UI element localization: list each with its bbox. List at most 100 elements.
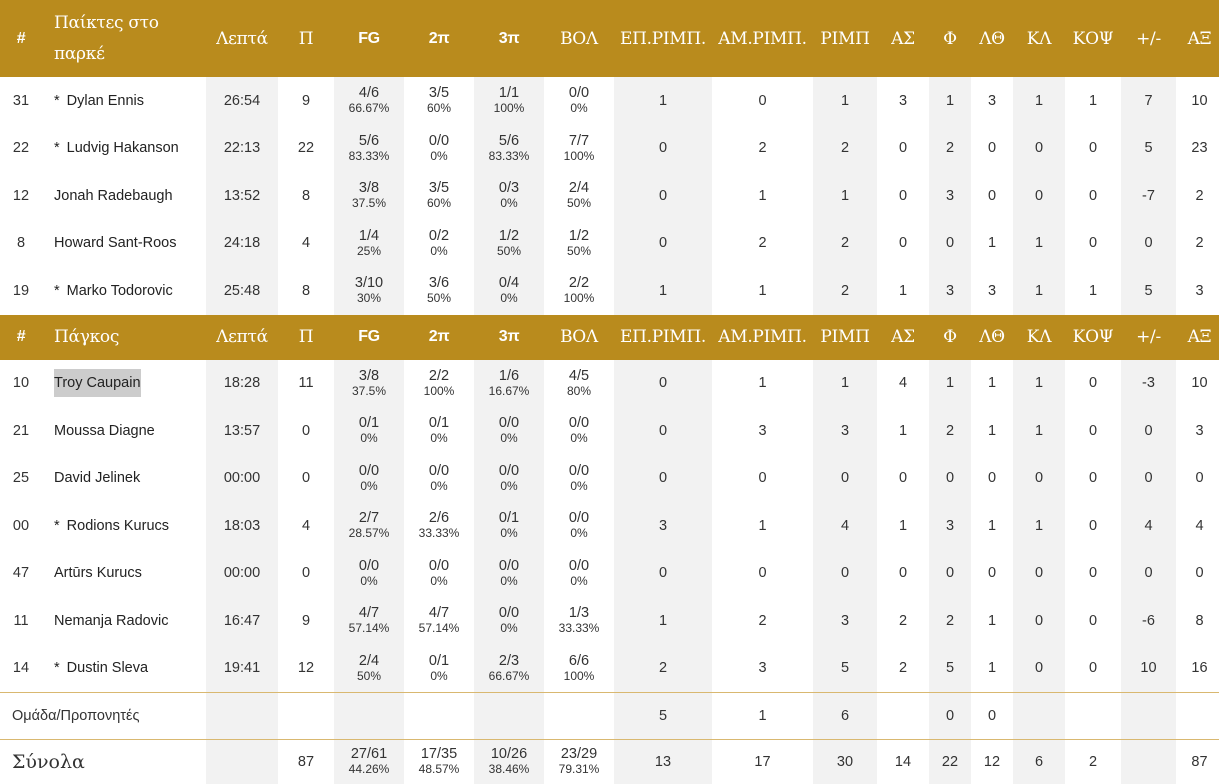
tr-cell: 3 xyxy=(813,597,877,645)
player-name-link[interactable]: Nemanja Radovic xyxy=(54,613,168,629)
pm-cell: 5 xyxy=(1121,124,1176,172)
column-header[interactable]: ΡΙΜΠ xyxy=(813,315,877,360)
column-header[interactable]: ΚΟΨ xyxy=(1065,0,1121,77)
column-header[interactable]: ΑΞ xyxy=(1176,315,1219,360)
dr-cell: 1 xyxy=(758,282,767,299)
player-row[interactable]: 00 * Rodions Kurucs 18:03 4 2/7 28.57% 2/6 33.33… xyxy=(0,502,1219,550)
player-name-link[interactable]: Jonah Radebaugh xyxy=(54,188,173,204)
column-header[interactable]: Παίκτες στο παρκέ xyxy=(42,0,206,77)
column-header[interactable]: Πάγκος xyxy=(42,315,206,360)
column-header[interactable]: Λεπτά xyxy=(206,315,278,360)
p2-cell-made-attempted: 4/7 xyxy=(428,605,450,622)
column-header[interactable]: ΚΛ xyxy=(1013,0,1065,77)
fg-cell-made-attempted: 0/0 xyxy=(358,557,380,574)
player-name-link[interactable]: Dustin Sleva xyxy=(67,660,148,676)
player-row[interactable]: 12 Jonah Radebaugh 13:52 8 3/8 37.5% 3/5 60% 0/3… xyxy=(0,172,1219,220)
player-row[interactable]: 22 * Ludvig Hakanson 22:13 22 5/6 83.33% 0/0 0% 5… xyxy=(0,124,1219,172)
player-row[interactable]: 8 Howard Sant-Roos 24:18 4 1/4 25% 0/2 0% 1/2 50%… xyxy=(0,219,1219,267)
player-name-link[interactable]: Moussa Diagne xyxy=(54,423,155,439)
player-name-link[interactable]: Howard Sant-Roos xyxy=(54,235,177,251)
player-name-link[interactable]: Artūrs Kurucs xyxy=(54,565,142,581)
column-header[interactable]: ΕΠ.ΡΙΜΠ. xyxy=(614,0,712,77)
ax-cell: 10 xyxy=(1191,92,1208,109)
p3-cell-made-attempted: 0/4 xyxy=(498,275,520,292)
player-row[interactable]: 31 * Dylan Ennis 26:54 9 4/6 66.67% 3/5 60% 1/1 10… xyxy=(0,77,1219,125)
num-cell: 11 xyxy=(13,612,29,629)
column-header[interactable]: FG xyxy=(334,315,404,360)
column-header[interactable]: FG xyxy=(334,0,404,77)
totals-ft: 23/29 79.31% xyxy=(544,739,614,784)
player-name-link[interactable]: Dylan Ennis xyxy=(67,93,144,109)
column-header[interactable]: ΒΟΛ xyxy=(544,315,614,360)
player-row[interactable]: 14 * Dustin Sleva 19:41 12 2/4 50% 0/1 0% 2/3 66.6… xyxy=(0,644,1219,692)
totals-kl-cell: 6 xyxy=(1013,739,1065,784)
column-header[interactable]: Φ xyxy=(929,315,971,360)
column-header[interactable]: Φ xyxy=(929,0,971,77)
ft-cell: 1/3 33.33% xyxy=(544,597,614,645)
column-header[interactable]: 2π xyxy=(404,0,474,77)
pts-cell: 9 xyxy=(301,612,311,629)
column-header[interactable]: ΒΟΛ xyxy=(544,0,614,77)
column-header[interactable]: ΛΘ xyxy=(971,0,1013,77)
player-row[interactable]: 11 Nemanja Radovic 16:47 9 4/7 57.14% 4/7 57.14… xyxy=(0,597,1219,645)
starter-mark: * xyxy=(54,92,60,109)
player-name-link[interactable]: David Jelinek xyxy=(54,470,140,486)
column-header[interactable]: ΑΜ.ΡΙΜΠ. xyxy=(712,315,813,360)
player-name-link[interactable]: Rodions Kurucs xyxy=(67,518,169,534)
kl-cell: 1 xyxy=(1013,219,1065,267)
ax-cell: 10 xyxy=(1191,375,1208,392)
p2-cell-made-attempted: 0/0 xyxy=(428,462,450,479)
column-header[interactable]: 3π xyxy=(474,315,544,360)
team-tr-cell: 6 xyxy=(813,692,877,739)
column-header[interactable]: Π xyxy=(278,315,334,360)
column-header[interactable]: +/- xyxy=(1121,315,1176,360)
column-header[interactable]: Λεπτά xyxy=(206,0,278,77)
column-header[interactable]: ΡΙΜΠ xyxy=(813,0,877,77)
column-header[interactable]: ΚΟΨ xyxy=(1065,315,1121,360)
column-header[interactable]: ΑΜ.ΡΙΜΠ. xyxy=(712,0,813,77)
ft-cell-percentage: 0% xyxy=(570,101,588,116)
fg-cell-made-attempted: 0/1 xyxy=(358,415,380,432)
column-header[interactable]: +/- xyxy=(1121,0,1176,77)
column-header[interactable]: 3π xyxy=(474,0,544,77)
fg-cell: 0/1 0% xyxy=(334,407,404,455)
kl-cell: 0 xyxy=(1013,454,1065,502)
player-row[interactable]: 25 David Jelinek 00:00 0 0/0 0% 0/0 0% 0/0 0% 0/0 0… xyxy=(0,454,1219,502)
team-as-cell xyxy=(877,692,929,739)
or-cell: 1 xyxy=(614,267,712,315)
column-header[interactable]: ΚΛ xyxy=(1013,315,1065,360)
as-cell: 0 xyxy=(898,235,908,252)
column-header[interactable]: ΑΞ xyxy=(1176,0,1219,77)
as-cell: 0 xyxy=(898,470,908,487)
player-row[interactable]: 19 * Marko Todorovic 25:48 8 3/10 30% 3/6 50% 0/4… xyxy=(0,267,1219,315)
ft-cell: 0/0 0% xyxy=(544,77,614,125)
column-header[interactable]: ΑΣ xyxy=(877,0,929,77)
player-name-link[interactable]: Ludvig Hakanson xyxy=(67,140,179,156)
kop-cell: 0 xyxy=(1088,612,1098,629)
player-row[interactable]: 10 Troy Caupain 18:28 11 3/8 37.5% 2/2 100% 1/6 1… xyxy=(0,359,1219,407)
p3-cell-percentage: 0% xyxy=(500,431,518,446)
min-cell: 13:52 xyxy=(206,172,278,220)
column-header[interactable]: # xyxy=(0,315,42,360)
or-cell: 0 xyxy=(614,172,712,220)
column-header[interactable]: Π xyxy=(278,0,334,77)
player-name-link[interactable]: Marko Todorovic xyxy=(67,283,173,299)
totals-label: Σύνολα xyxy=(12,750,85,773)
p2-cell-percentage: 0% xyxy=(430,243,448,258)
ax-cell: 8 xyxy=(1195,612,1204,629)
player-row[interactable]: 47 Artūrs Kurucs 00:00 0 0/0 0% 0/0 0% 0/0 0% 0/0 0… xyxy=(0,549,1219,597)
player-name-link[interactable]: Troy Caupain xyxy=(54,369,141,398)
ft-cell: 0/0 0% xyxy=(544,502,614,550)
column-header[interactable]: 2π xyxy=(404,315,474,360)
ft-cell-made-attempted: 1/2 xyxy=(568,227,590,244)
kop-cell: 0 xyxy=(1088,140,1098,157)
kop-cell: 0 xyxy=(1088,517,1098,534)
p3-cell: 0/0 0% xyxy=(474,549,544,597)
column-header[interactable]: ΑΣ xyxy=(877,315,929,360)
column-header[interactable]: ΕΠ.ΡΙΜΠ. xyxy=(614,315,712,360)
fg-cell-percentage: 37.5% xyxy=(351,383,387,398)
player-row[interactable]: 21 Moussa Diagne 13:57 0 0/1 0% 0/1 0% 0/0 0% 0/0 0… xyxy=(0,407,1219,455)
p2-cell-made-attempted: 0/2 xyxy=(428,227,450,244)
column-header[interactable]: ΛΘ xyxy=(971,315,1013,360)
column-header[interactable]: # xyxy=(0,0,42,77)
